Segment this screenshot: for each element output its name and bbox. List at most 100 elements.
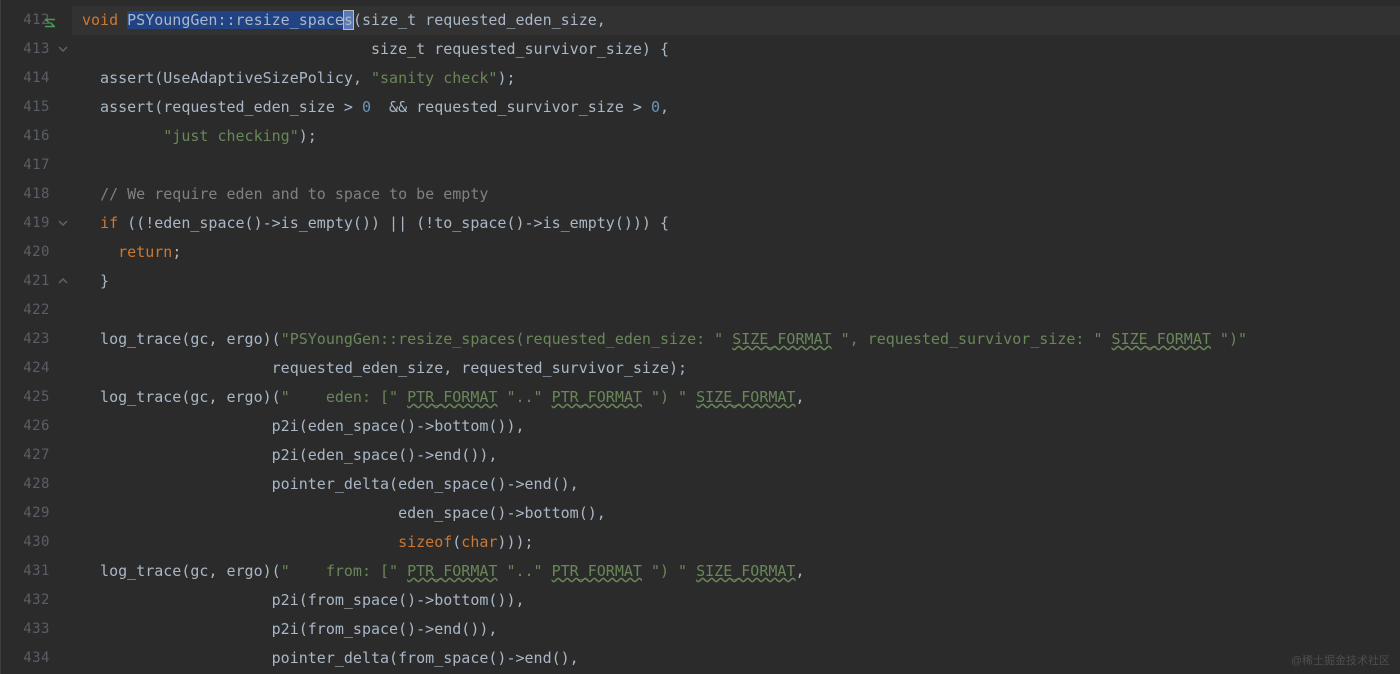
fold-collapse-icon[interactable]: [58, 44, 68, 54]
code-text: [1103, 330, 1112, 348]
code-text: [398, 562, 407, 580]
code-line[interactable]: log_trace(gc, ergo)(" from: [" PTR_FORMA…: [72, 557, 1400, 586]
code-line[interactable]: [72, 151, 1400, 180]
string-literal: "..": [506, 562, 542, 580]
code-text: ,: [488, 446, 497, 464]
fold-expand-icon[interactable]: [58, 276, 68, 286]
selected-text: resize_space: [236, 11, 344, 29]
code-text: ,: [570, 649, 579, 667]
code-text: [82, 214, 100, 232]
code-line[interactable]: }: [72, 267, 1400, 296]
code-text: ((!eden_space()->is_empty()) || (!to_spa…: [118, 214, 669, 232]
string-literal: "just checking": [163, 127, 298, 145]
line-number: 429: [1, 499, 72, 528]
fold-collapse-icon[interactable]: [58, 218, 68, 228]
code-line[interactable]: log_trace(gc, ergo)(" eden: [" PTR_FORMA…: [72, 383, 1400, 412]
string-literal: " eden: [": [281, 388, 398, 406]
code-text: [82, 533, 398, 551]
code-text: p2i(eden_space()->end()): [82, 446, 488, 464]
code-text: ,: [208, 562, 226, 580]
code-line[interactable]: "just checking");: [72, 122, 1400, 151]
code-text: && requested_survivor_size >: [371, 98, 651, 116]
code-text: p2i(from_space()->end()): [82, 620, 488, 638]
code-line[interactable]: log_trace(gc, ergo)("PSYoungGen::resize_…: [72, 325, 1400, 354]
code-line[interactable]: p2i(eden_space()->bottom()),: [72, 412, 1400, 441]
code-text: ;: [172, 243, 181, 261]
code-text: size_t requested_eden_size: [362, 11, 597, 29]
code-text: ,: [515, 417, 524, 435]
line-number: 427: [1, 441, 72, 470]
code-text: [543, 562, 552, 580]
keyword: sizeof: [398, 533, 452, 551]
code-editor[interactable]: 4124134144154164174184194204214224234244…: [0, 0, 1400, 674]
code-line[interactable]: p2i(eden_space()->end()),: [72, 441, 1400, 470]
code-line[interactable]: p2i(from_space()->end()),: [72, 615, 1400, 644]
comment-text: // We require eden and to space to be em…: [100, 185, 488, 203]
watermark: @稀土掘金技术社区: [1291, 652, 1390, 668]
code-line[interactable]: eden_space()->bottom(),: [72, 499, 1400, 528]
code-text: ergo): [227, 330, 272, 348]
code-text: log_trace(gc: [82, 388, 208, 406]
code-text: [82, 127, 163, 145]
string-literal: " from: [": [281, 562, 398, 580]
code-text: )));: [497, 533, 533, 551]
code-line[interactable]: void PSYoungGen::resize_spaces(size_t re…: [72, 6, 1400, 35]
keyword: void: [82, 11, 127, 29]
code-text: ,: [208, 388, 226, 406]
string-literal: SIZE_FORMAT: [1112, 330, 1211, 348]
code-line[interactable]: assert(requested_eden_size > 0 && reques…: [72, 93, 1400, 122]
code-text: ,: [660, 98, 669, 116]
code-area[interactable]: void PSYoungGen::resize_spaces(size_t re…: [72, 0, 1400, 674]
code-text: p2i(from_space()->bottom()): [82, 591, 515, 609]
line-number: 425: [1, 383, 72, 412]
code-text: ergo): [227, 562, 272, 580]
code-text: (: [272, 330, 281, 348]
line-number: 415: [1, 93, 72, 122]
code-text: log_trace(gc: [82, 562, 208, 580]
selected-text: s: [344, 11, 353, 29]
line-number: 434: [1, 644, 72, 673]
string-literal: ", requested_survivor_size: ": [841, 330, 1103, 348]
code-text: eden_space()->bottom(): [82, 504, 597, 522]
code-text: [642, 562, 651, 580]
code-text: p2i(eden_space()->bottom()): [82, 417, 515, 435]
code-line[interactable]: size_t requested_survivor_size) {: [72, 35, 1400, 64]
string-literal: "sanity check": [371, 69, 497, 87]
string-literal: ")": [1220, 330, 1247, 348]
code-text: ,: [208, 330, 226, 348]
code-text: ,: [443, 359, 461, 377]
code-text: [398, 388, 407, 406]
code-line[interactable]: p2i(from_space()->bottom()),: [72, 586, 1400, 615]
line-number: 412: [1, 6, 72, 35]
code-line[interactable]: requested_eden_size, requested_survivor_…: [72, 354, 1400, 383]
code-text: assert(UseAdaptiveSizePolicy: [82, 69, 353, 87]
code-text: ,: [795, 562, 804, 580]
line-number: 430: [1, 528, 72, 557]
keyword: if: [100, 214, 118, 232]
string-literal: SIZE_FORMAT: [732, 330, 831, 348]
code-text: [543, 388, 552, 406]
selected-text: ::: [217, 11, 235, 29]
code-text: );: [497, 69, 515, 87]
string-literal: PTR_FORMAT: [552, 388, 642, 406]
line-number: 424: [1, 354, 72, 383]
code-line[interactable]: if ((!eden_space()->is_empty()) || (!to_…: [72, 209, 1400, 238]
code-text: pointer_delta(from_space()->end(): [82, 649, 570, 667]
code-text: requested_survivor_size);: [461, 359, 687, 377]
code-line[interactable]: pointer_delta(eden_space()->end(),: [72, 470, 1400, 499]
code-line[interactable]: // We require eden and to space to be em…: [72, 180, 1400, 209]
gutter: 4124134144154164174184194204214224234244…: [0, 0, 72, 674]
number-literal: 0: [651, 98, 660, 116]
line-number: 422: [1, 296, 72, 325]
code-line[interactable]: pointer_delta(from_space()->end(),: [72, 644, 1400, 673]
code-line[interactable]: return;: [72, 238, 1400, 267]
line-number: 417: [1, 151, 72, 180]
code-line[interactable]: assert(UseAdaptiveSizePolicy, "sanity ch…: [72, 64, 1400, 93]
code-line[interactable]: sizeof(char)));: [72, 528, 1400, 557]
line-number: 420: [1, 238, 72, 267]
code-text: (: [272, 562, 281, 580]
code-text: ,: [353, 69, 371, 87]
line-number: 433: [1, 615, 72, 644]
code-line[interactable]: [72, 296, 1400, 325]
code-text: );: [299, 127, 317, 145]
